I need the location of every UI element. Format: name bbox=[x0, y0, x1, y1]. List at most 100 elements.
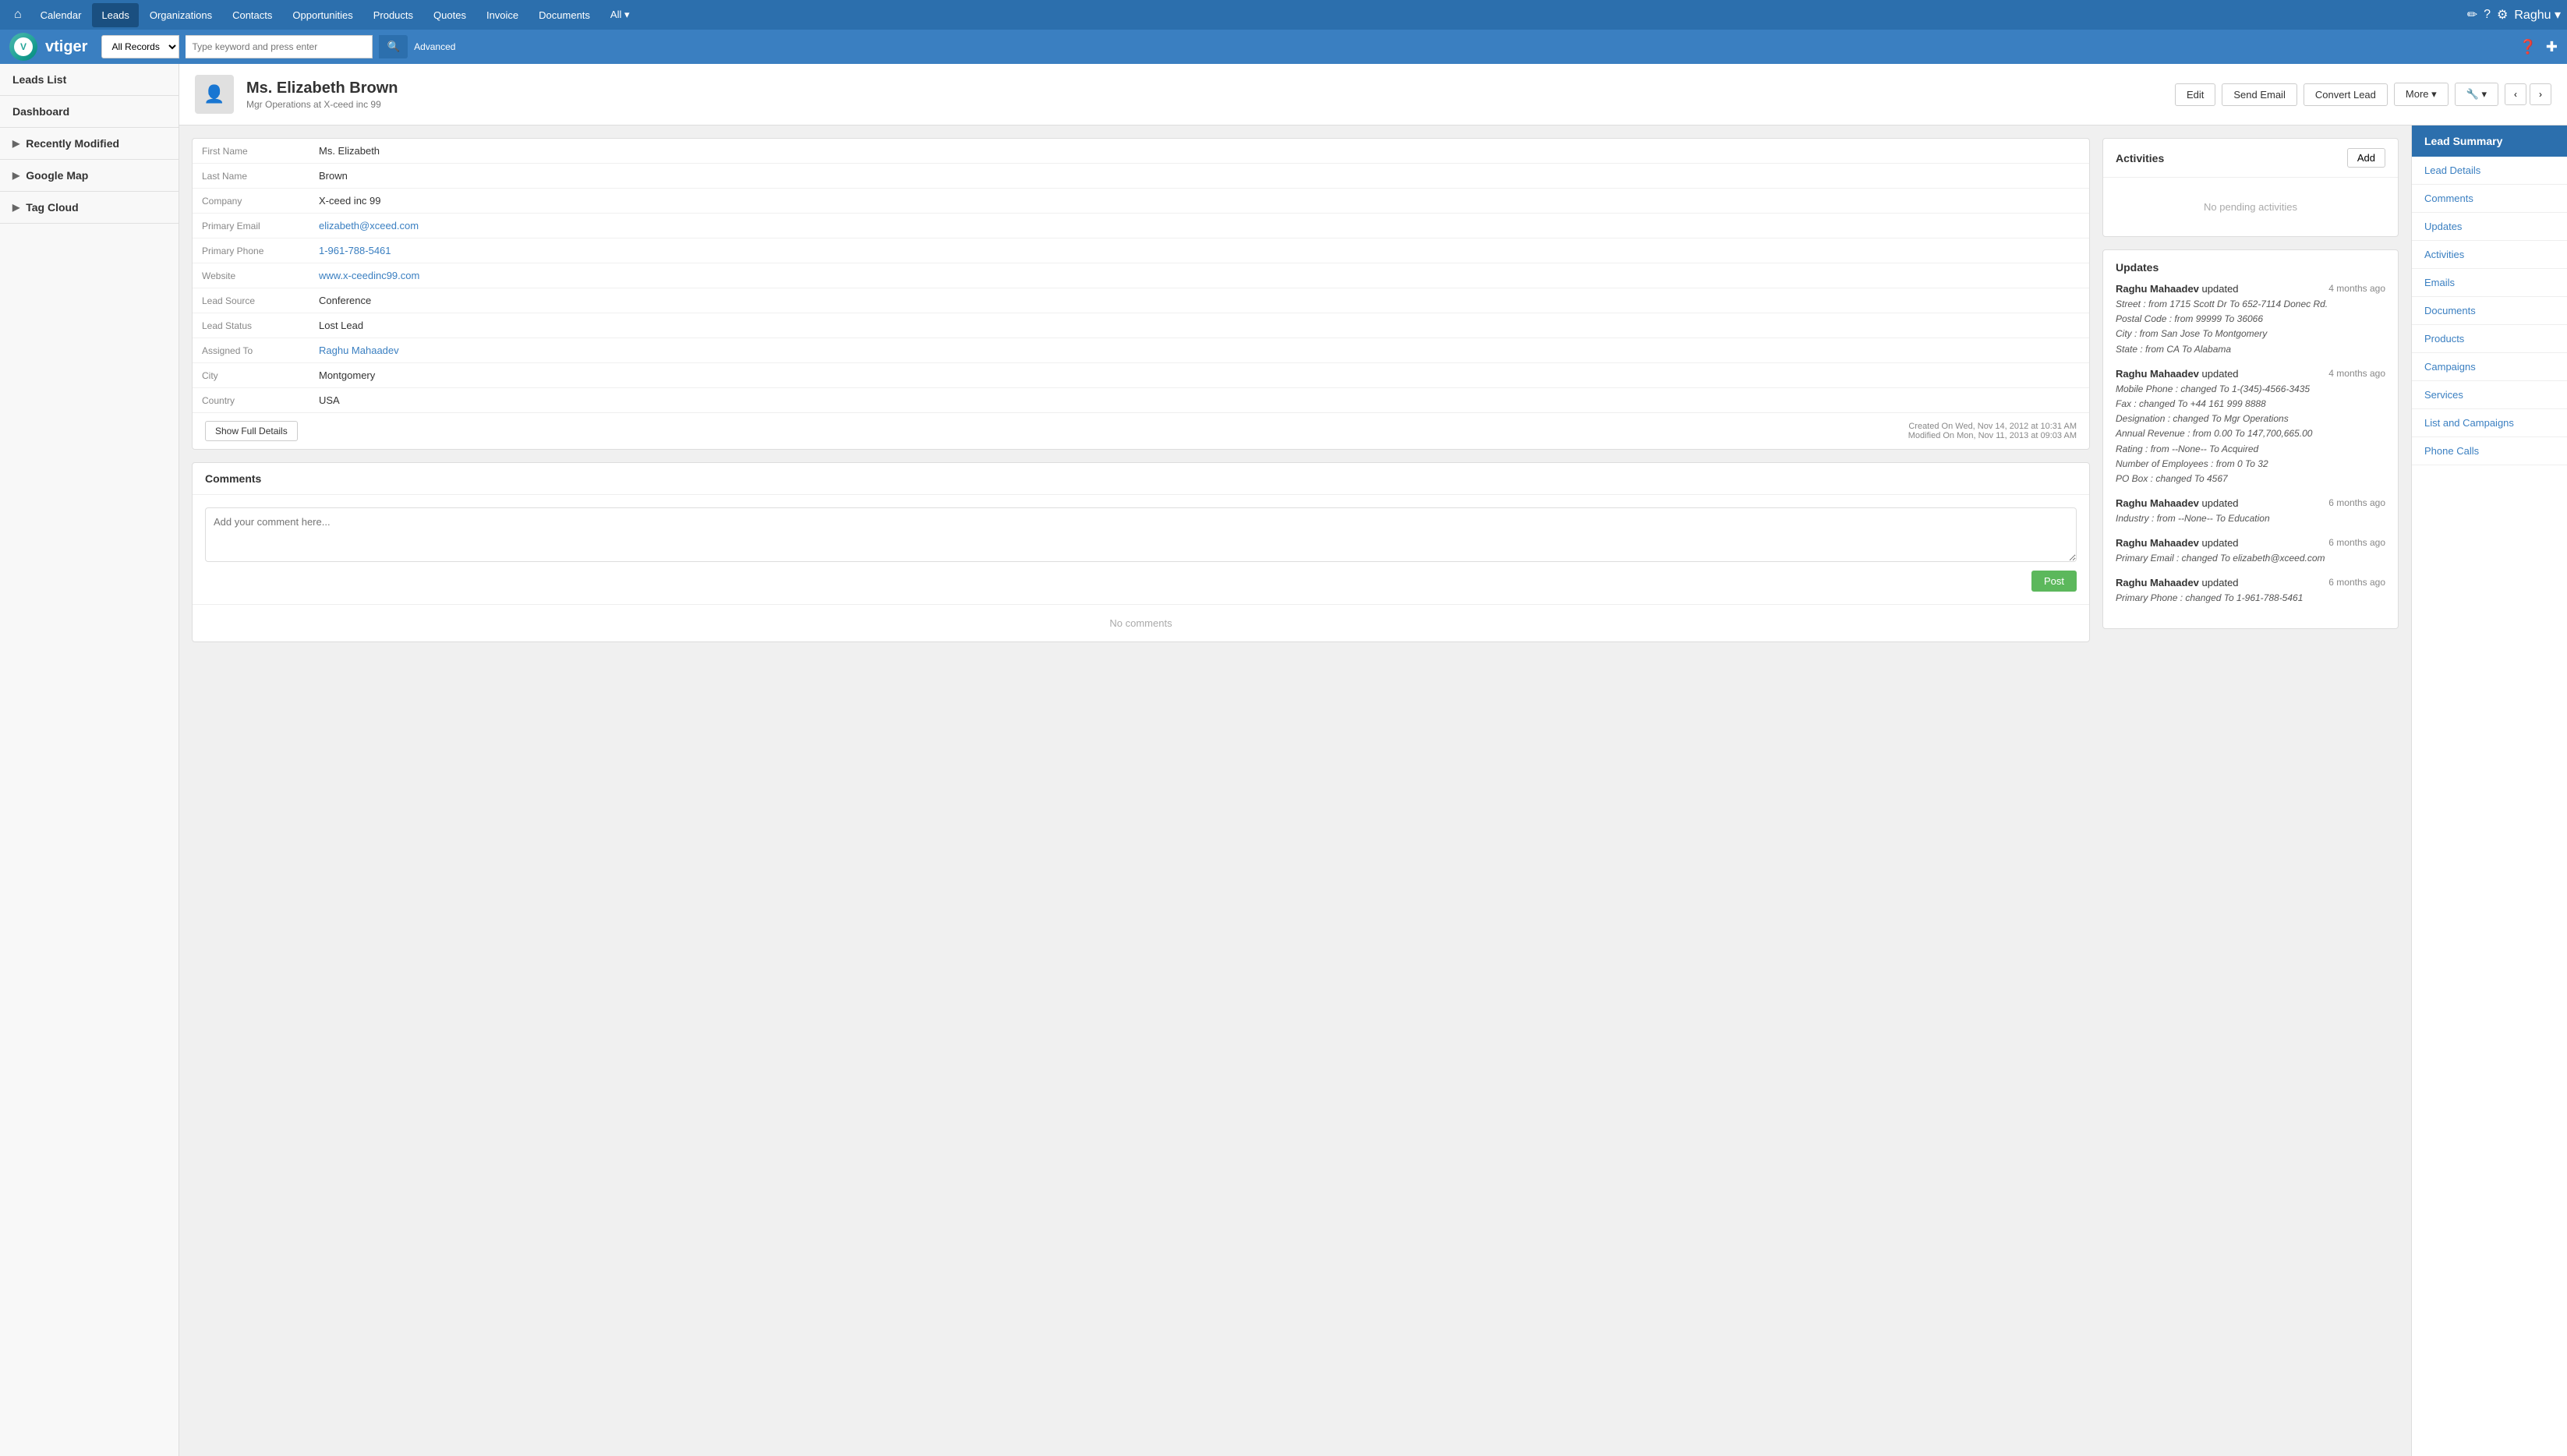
nav-calendar[interactable]: Calendar bbox=[31, 3, 91, 27]
update-time: 4 months ago bbox=[2328, 368, 2385, 379]
add-activity-button[interactable]: Add bbox=[2347, 148, 2385, 168]
sidebar-google-map-label: Google Map bbox=[26, 169, 88, 182]
edit-icon[interactable]: ✏ bbox=[2467, 7, 2477, 23]
table-row: Lead SourceConference bbox=[193, 288, 2089, 313]
update-details: Industry : from --None-- To Education bbox=[2116, 511, 2385, 526]
top-navigation: ⌂ Calendar Leads Organizations Contacts … bbox=[0, 0, 2567, 30]
update-details: Primary Email : changed To elizabeth@xce… bbox=[2116, 551, 2385, 566]
right-panel-link[interactable]: Phone Calls bbox=[2412, 437, 2567, 465]
field-label: Company bbox=[193, 189, 309, 214]
field-label: Last Name bbox=[193, 164, 309, 189]
card-footer: Show Full Details Created On Wed, Nov 14… bbox=[193, 412, 2089, 449]
table-row: Websitewww.x-ceedinc99.com bbox=[193, 263, 2089, 288]
arrow-icon: ▶ bbox=[12, 138, 19, 149]
post-comment-button[interactable]: Post bbox=[2031, 571, 2077, 592]
updates-container: Raghu Mahaadev updated 4 months agoStree… bbox=[2116, 283, 2385, 606]
right-panel-link[interactable]: Documents bbox=[2412, 297, 2567, 325]
nav-all[interactable]: All ▾ bbox=[601, 2, 639, 27]
logo-text: vtiger bbox=[45, 38, 87, 56]
nav-products[interactable]: Products bbox=[364, 3, 423, 27]
comments-section: Post bbox=[193, 495, 2089, 604]
top-nav-icons: ✏ ? ⚙ Raghu ▾ bbox=[2467, 7, 2561, 23]
add-icon[interactable]: ✚ bbox=[2546, 39, 2558, 55]
show-full-details-button[interactable]: Show Full Details bbox=[205, 421, 298, 441]
tools-button[interactable]: 🔧 ▾ bbox=[2455, 83, 2498, 106]
nav-invoice[interactable]: Invoice bbox=[477, 3, 528, 27]
advanced-search-link[interactable]: Advanced bbox=[414, 41, 455, 52]
question-icon[interactable]: ❓ bbox=[2519, 39, 2536, 55]
update-header: Raghu Mahaadev updated 4 months ago bbox=[2116, 368, 2385, 380]
help-icon[interactable]: ? bbox=[2484, 8, 2491, 22]
prev-record-button[interactable]: ‹ bbox=[2505, 83, 2526, 105]
update-entry: Raghu Mahaadev updated 6 months agoPrima… bbox=[2116, 537, 2385, 566]
nav-organizations[interactable]: Organizations bbox=[140, 3, 221, 27]
search-scope-select[interactable]: All Records bbox=[101, 35, 179, 58]
sidebar-item-google-map[interactable]: ▶ Google Map bbox=[0, 160, 179, 192]
convert-lead-button[interactable]: Convert Lead bbox=[2304, 83, 2388, 106]
right-panel-link[interactable]: Emails bbox=[2412, 269, 2567, 297]
update-time: 6 months ago bbox=[2328, 537, 2385, 548]
more-button[interactable]: More ▾ bbox=[2394, 83, 2449, 106]
table-row: Lead StatusLost Lead bbox=[193, 313, 2089, 338]
update-entry: Raghu Mahaadev updated 6 months agoIndus… bbox=[2116, 497, 2385, 526]
record-name: Ms. Elizabeth Brown bbox=[246, 80, 2162, 97]
sidebar-item-recently-modified[interactable]: ▶ Recently Modified bbox=[0, 128, 179, 160]
sidebar-item-tag-cloud[interactable]: ▶ Tag Cloud bbox=[0, 192, 179, 224]
table-row: Primary Phone1-961-788-5461 bbox=[193, 239, 2089, 263]
table-row: CompanyX-ceed inc 99 bbox=[193, 189, 2089, 214]
right-panel-link[interactable]: Updates bbox=[2412, 213, 2567, 241]
home-icon[interactable]: ⌂ bbox=[6, 3, 30, 27]
logo-icon: V bbox=[9, 33, 37, 61]
settings-icon[interactable]: ⚙ bbox=[2497, 7, 2508, 23]
field-value[interactable]: Raghu Mahaadev bbox=[309, 338, 2089, 363]
details-card: First NameMs. ElizabethLast NameBrownCom… bbox=[192, 138, 2090, 450]
update-entry: Raghu Mahaadev updated 4 months agoMobil… bbox=[2116, 368, 2385, 486]
right-panel-link[interactable]: Activities bbox=[2412, 241, 2567, 269]
field-value[interactable]: www.x-ceedinc99.com bbox=[309, 263, 2089, 288]
logo: V vtiger bbox=[9, 33, 87, 61]
sidebar-item-leads-list[interactable]: Leads List bbox=[0, 64, 179, 96]
table-row: CountryUSA bbox=[193, 388, 2089, 413]
right-panel-title: Lead Summary bbox=[2412, 125, 2567, 157]
left-column: First NameMs. ElizabethLast NameBrownCom… bbox=[192, 138, 2090, 642]
edit-button[interactable]: Edit bbox=[2175, 83, 2215, 106]
right-panel-link[interactable]: Services bbox=[2412, 381, 2567, 409]
field-label: First Name bbox=[193, 139, 309, 164]
right-panel-link[interactable]: List and Campaigns bbox=[2412, 409, 2567, 437]
next-record-button[interactable]: › bbox=[2530, 83, 2551, 105]
nav-opportunities[interactable]: Opportunities bbox=[283, 3, 362, 27]
nav-quotes[interactable]: Quotes bbox=[424, 3, 476, 27]
arrow-icon: ▶ bbox=[12, 202, 19, 213]
nav-contacts[interactable]: Contacts bbox=[223, 3, 281, 27]
user-menu[interactable]: Raghu ▾ bbox=[2514, 7, 2561, 23]
field-value: X-ceed inc 99 bbox=[309, 189, 2089, 214]
comments-title: Comments bbox=[193, 463, 2089, 495]
right-panel-link[interactable]: Comments bbox=[2412, 185, 2567, 213]
field-label: Lead Status bbox=[193, 313, 309, 338]
right-panel-link[interactable]: Lead Details bbox=[2412, 157, 2567, 185]
send-email-button[interactable]: Send Email bbox=[2222, 83, 2297, 106]
field-value: Ms. Elizabeth bbox=[309, 139, 2089, 164]
created-on: Created On Wed, Nov 14, 2012 at 10:31 AM bbox=[1908, 422, 2077, 431]
update-time: 6 months ago bbox=[2328, 577, 2385, 588]
field-value[interactable]: elizabeth@xceed.com bbox=[309, 214, 2089, 239]
search-button[interactable]: 🔍 bbox=[379, 35, 408, 58]
update-entry: Raghu Mahaadev updated 4 months agoStree… bbox=[2116, 283, 2385, 357]
updates-title: Updates bbox=[2116, 261, 2385, 274]
comment-textarea[interactable] bbox=[205, 507, 2077, 562]
updates-section: Updates Raghu Mahaadev updated 4 months … bbox=[2103, 250, 2398, 628]
right-panel-link[interactable]: Products bbox=[2412, 325, 2567, 353]
sidebar-item-dashboard[interactable]: Dashboard bbox=[0, 96, 179, 128]
search-input[interactable] bbox=[186, 35, 373, 58]
table-row: Assigned ToRaghu Mahaadev bbox=[193, 338, 2089, 363]
field-value: Lost Lead bbox=[309, 313, 2089, 338]
record-subtitle: Mgr Operations at X-ceed inc 99 bbox=[246, 99, 2162, 110]
field-value[interactable]: 1-961-788-5461 bbox=[309, 239, 2089, 263]
update-action: updated bbox=[2202, 283, 2239, 295]
nav-documents[interactable]: Documents bbox=[529, 3, 599, 27]
nav-leads[interactable]: Leads bbox=[92, 3, 138, 27]
right-panel-link[interactable]: Campaigns bbox=[2412, 353, 2567, 381]
table-row: First NameMs. Elizabeth bbox=[193, 139, 2089, 164]
field-value: Brown bbox=[309, 164, 2089, 189]
activities-card: Activities Add No pending activities bbox=[2102, 138, 2399, 237]
